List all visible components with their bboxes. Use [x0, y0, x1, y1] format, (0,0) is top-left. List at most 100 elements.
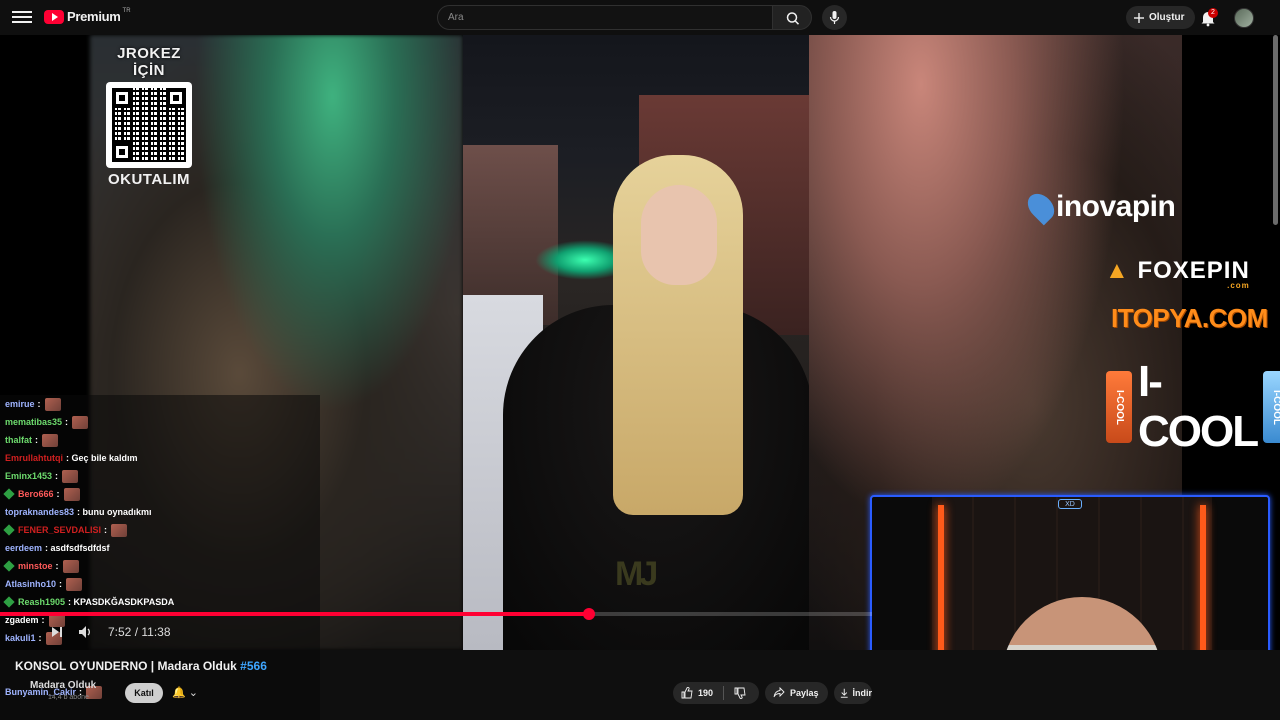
- foxepin-text: FOXEPIN: [1137, 257, 1250, 284]
- chat-username[interactable]: kakuli1: [5, 633, 36, 643]
- chat-emote: [72, 415, 89, 429]
- like-count[interactable]: 190: [698, 682, 713, 704]
- chat-username[interactable]: FENER_SEVDALISI: [18, 525, 101, 535]
- chat-username[interactable]: eerdeem: [5, 543, 42, 553]
- search-button[interactable]: [772, 5, 812, 30]
- chat-message: Atlasinho10:: [0, 575, 320, 593]
- sponsor-foxepin-logo: ▲ FOXEPIN .com: [1105, 257, 1250, 290]
- chat-emote: [111, 523, 128, 537]
- icool-can-orange: I-COOL: [1106, 371, 1132, 443]
- search-icon: [786, 12, 800, 25]
- subscription-bell-button[interactable]: 🔔 ⌄: [172, 683, 210, 703]
- page-scrollbar[interactable]: [1273, 35, 1278, 225]
- person-face: [641, 185, 717, 285]
- video-title-text: KONSOL OYUNDERNO | Madara Olduk: [15, 659, 241, 673]
- fox-icon: ▲: [1105, 257, 1130, 284]
- brand-region: TR: [122, 7, 131, 14]
- chat-message-text: :: [56, 489, 60, 499]
- chat-username[interactable]: emirue: [5, 399, 35, 409]
- bell-icon: 🔔: [172, 687, 186, 699]
- chat-message: emirue:: [0, 395, 320, 413]
- create-label: Oluştur: [1149, 12, 1185, 23]
- notification-count-badge: 2: [1208, 8, 1218, 18]
- cam-led-strip-right: [1200, 505, 1206, 650]
- thumbs-up-icon[interactable]: [681, 687, 693, 699]
- chat-username[interactable]: Atlasinho10: [5, 579, 56, 589]
- chat-message-text: :: [55, 471, 59, 481]
- menu-icon[interactable]: [12, 8, 32, 26]
- subscriber-badge-icon: [3, 596, 15, 608]
- chat-message: minstoe:: [0, 557, 320, 575]
- chat-message: mematibas35:: [0, 413, 320, 431]
- download-label: İndir: [852, 688, 873, 698]
- chat-message: Eminx1453:: [0, 467, 320, 485]
- chat-emote: [42, 433, 58, 447]
- search-input[interactable]: [448, 12, 772, 23]
- account-avatar[interactable]: [1234, 8, 1254, 28]
- chat-username[interactable]: thalfat: [5, 435, 32, 445]
- chat-username[interactable]: Emrullahtutqi: [5, 453, 63, 463]
- next-icon[interactable]: [50, 625, 64, 639]
- chat-message: topraknandes83: bunu oynadıkmı: [0, 503, 320, 521]
- chat-message: FENER_SEVDALISI:: [0, 521, 320, 539]
- create-button[interactable]: Oluştur: [1126, 6, 1195, 29]
- progress-bar[interactable]: [0, 608, 872, 620]
- chat-emote: [63, 487, 80, 501]
- chat-emote: [62, 559, 79, 573]
- chat-username[interactable]: zgadem: [5, 615, 39, 625]
- chat-username[interactable]: Reash1905: [18, 597, 65, 607]
- like-divider: [723, 686, 725, 700]
- search-box[interactable]: [437, 5, 773, 30]
- chat-username[interactable]: minstoe: [18, 561, 53, 571]
- video-watermark: MJ: [615, 555, 658, 593]
- chat-emote: [44, 397, 61, 411]
- chat-username[interactable]: Eminx1453: [5, 471, 52, 481]
- subscriber-badge-icon: [3, 560, 15, 572]
- chat-message: eerdeem: asdfsdfsdfdsf: [0, 539, 320, 557]
- youtube-logo-icon: [44, 9, 64, 24]
- subscriber-badge-icon: [3, 488, 15, 500]
- chat-username[interactable]: topraknandes83: [5, 507, 74, 517]
- chat-message-text: :: [41, 615, 45, 625]
- thumbs-down-icon[interactable]: [734, 687, 746, 699]
- chat-message-text: : KPASDKĞASDKPASDA: [68, 597, 175, 607]
- chat-message-text: : asdfsdfsdfdsf: [45, 543, 110, 553]
- chat-username[interactable]: Bero666: [18, 489, 54, 499]
- chat-message-text: : Geç bile kaldım: [66, 453, 138, 463]
- subscriber-badge-icon: [3, 524, 15, 536]
- progress-played: [0, 612, 590, 616]
- download-button[interactable]: İndir: [834, 682, 872, 704]
- inovapin-text: inovapin: [1056, 190, 1176, 223]
- chat-message: Reash1905: KPASDKĞASDKPASDA: [0, 593, 320, 611]
- chat-emote: [62, 469, 79, 483]
- chat-message-text: :: [37, 399, 41, 409]
- sponsor-inovapin-logo: inovapin: [1022, 188, 1176, 226]
- qr-overlay: JROKEZ İÇİN OKUTALIM: [100, 45, 198, 188]
- share-button[interactable]: Paylaş: [765, 682, 828, 704]
- voice-search-button[interactable]: [822, 5, 847, 30]
- channel-name[interactable]: Madara Olduk: [30, 680, 96, 691]
- download-icon: [840, 688, 848, 698]
- video-title-hashtag[interactable]: #566: [240, 659, 267, 673]
- brand-label: Premium: [67, 9, 121, 24]
- video-title: KONSOL OYUNDERNO | Madara Olduk #566: [15, 659, 267, 673]
- qr-subtitle: OKUTALIM: [107, 171, 191, 188]
- chat-message: Emrullahtutqi: Geç bile kaldım: [0, 449, 320, 467]
- sponsor-icool-logo: I-COOL I-COOL I-COOL: [1106, 357, 1280, 457]
- top-bar: Premium TR Oluştur 2: [0, 0, 1280, 35]
- icool-text: I-COOL: [1138, 357, 1259, 456]
- volume-icon[interactable]: [78, 625, 94, 639]
- youtube-premium-logo[interactable]: Premium TR: [44, 7, 131, 24]
- subscriber-count: 14,4 b abone: [48, 694, 89, 701]
- chat-message: Bero666:: [0, 485, 320, 503]
- chat-message-text: :: [65, 417, 69, 427]
- qr-title: JROKEZ İÇİN: [117, 45, 181, 79]
- cam-led-strip-left: [938, 505, 944, 650]
- sponsor-itopya-logo: ITOPYA.COM: [1111, 303, 1268, 333]
- chat-username[interactable]: mematibas35: [5, 417, 62, 427]
- join-button[interactable]: Katıl: [125, 683, 163, 703]
- share-icon: [773, 687, 785, 698]
- inner-video-frame: MJ: [463, 35, 809, 650]
- cam-frame-logo: XD: [1058, 499, 1082, 509]
- chat-message-text: :: [104, 525, 108, 535]
